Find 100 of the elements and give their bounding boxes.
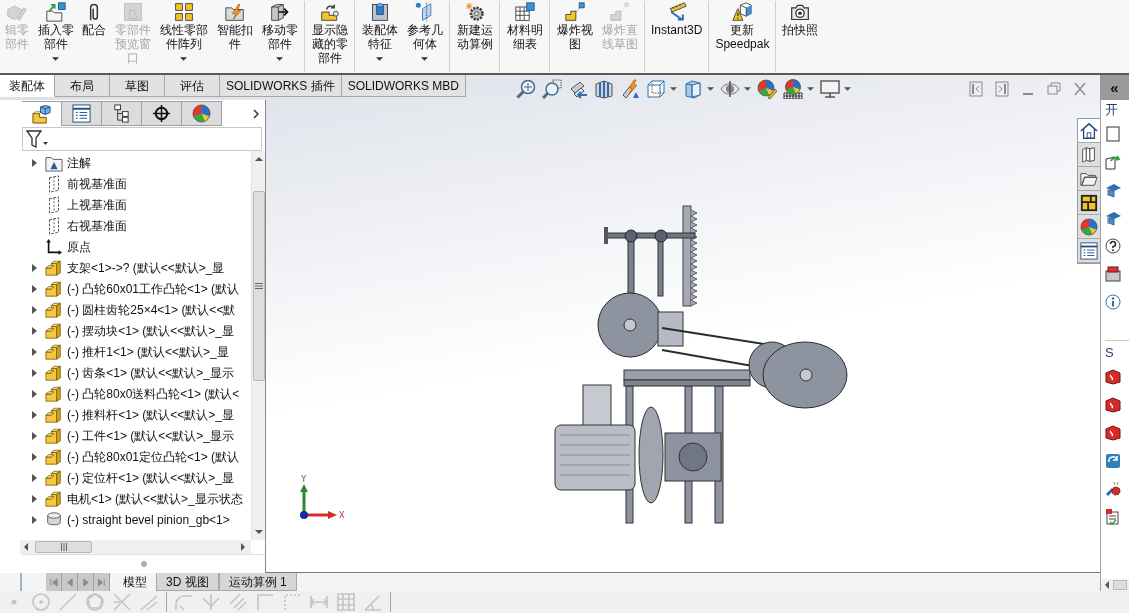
magnifier-icon[interactable] (516, 79, 537, 99)
sync-icon[interactable] (1105, 453, 1121, 469)
expand-arrow-icon[interactable] (31, 410, 37, 419)
caret-icon[interactable] (844, 87, 852, 91)
task-pane-tab[interactable] (1078, 167, 1100, 191)
scrollbar-thumb[interactable] (252, 191, 265, 381)
checklist-icon[interactable] (1105, 509, 1121, 525)
toolbar-button[interactable]: 参考几何体 (402, 0, 447, 73)
tree-item-label[interactable]: (-) 推杆1<1> (默认<<默认>_显 (67, 343, 229, 360)
tree-item-label[interactable]: (-) 工件<1> (默认<<默认>_显示 (67, 427, 235, 444)
split-right-icon[interactable] (995, 81, 1009, 97)
expand-arrow-icon[interactable] (31, 347, 37, 356)
toolbox-icon[interactable] (1105, 266, 1121, 282)
ribbon-tab[interactable]: 评估 (165, 75, 220, 97)
mortarboard-icon[interactable] (1105, 210, 1121, 226)
caret-icon[interactable] (807, 87, 815, 91)
tree-item-label[interactable]: (-) 圆柱齿轮25×4<1> (默认<<默 (67, 301, 236, 318)
info-icon[interactable] (1105, 294, 1121, 310)
section-cube-icon[interactable] (594, 79, 615, 99)
toolbar-button[interactable]: 智能扣件 (212, 0, 257, 73)
tree-item-label[interactable]: 上视基准面 (67, 196, 127, 213)
tree-item-label[interactable]: (-) 凸轮80x01定位凸轮<1> (默认 (67, 448, 240, 465)
blocks-arrow-icon[interactable] (568, 79, 589, 99)
horizontal-scrollbar[interactable] (20, 540, 251, 554)
horizontal-scrollbar[interactable] (1100, 579, 1129, 591)
panel-tab[interactable] (142, 101, 182, 126)
scroll-left-icon[interactable] (1105, 581, 1109, 589)
splitter-handle-icon[interactable] (140, 561, 147, 567)
tree-item-label[interactable]: (-) 凸轮80x0送料凸轮<1> (默认< (67, 385, 240, 402)
toolbar-button[interactable]: 爆炸视图 (552, 0, 597, 73)
caret-icon[interactable] (707, 87, 715, 91)
expand-arrow-icon[interactable] (31, 431, 37, 440)
ribbon-tab[interactable]: 布局 (55, 75, 110, 97)
vertical-scrollbar[interactable] (251, 151, 265, 540)
toolbar-button[interactable]: 线性零部件阵列 (155, 0, 212, 73)
ribbon-tab[interactable]: SOLIDWORKS MBD (341, 75, 467, 97)
task-pane-tab[interactable] (1078, 191, 1100, 215)
tree-item-label[interactable]: (-) 齿条<1> (默认<<默认>_显示 (67, 364, 235, 381)
caret-icon[interactable] (670, 87, 678, 91)
expand-arrow-icon[interactable] (31, 368, 37, 377)
model-tab[interactable]: 3D 视图 (156, 573, 219, 591)
tree-item-label[interactable]: (-) straight bevel pinion_gb<1> (67, 511, 230, 528)
tree-item-label[interactable]: (-) 定位杆<1> (默认<<默认>_显 (67, 469, 235, 486)
task-pane-tab[interactable] (1078, 143, 1100, 167)
bolt-icon[interactable] (620, 79, 641, 99)
ribbon-tab[interactable]: 草图 (110, 75, 165, 97)
expand-arrow-icon[interactable] (31, 158, 37, 167)
toolbar-button[interactable]: 新建运动算例 (452, 0, 497, 73)
expand-arrow-icon[interactable] (31, 305, 37, 314)
split-left-icon[interactable] (969, 81, 983, 97)
help-icon[interactable] (1105, 238, 1121, 254)
expand-arrow-icon[interactable] (31, 494, 37, 503)
tree-item-label[interactable]: (-) 摆动块<1> (默认<<默认>_显 (67, 322, 235, 339)
hexagon-icon[interactable] (1105, 397, 1121, 413)
toolbar-button[interactable]: Instant3D (647, 0, 707, 73)
task-pane-tab[interactable] (1078, 119, 1100, 143)
expand-arrow-icon[interactable] (31, 263, 37, 272)
sphere-pencil-icon[interactable] (757, 79, 778, 99)
hexagon-icon[interactable] (1105, 425, 1121, 441)
ribbon-tab[interactable]: 装配体 (0, 75, 55, 97)
document-icon[interactable] (1105, 126, 1121, 142)
document-arrow-icon[interactable] (1105, 154, 1121, 170)
expand-arrow-icon[interactable] (31, 326, 37, 335)
scroll-down-icon[interactable] (254, 530, 263, 534)
tree-item-label[interactable]: 电机<1> (默认<<默认>_显示状态 (67, 490, 243, 507)
tree-item-label[interactable]: 注解 (67, 154, 91, 171)
model-tab[interactable]: 运动算例 1 (218, 573, 297, 591)
magnifier-square-icon[interactable] (542, 79, 563, 99)
toolbar-button[interactable]: 材料明细表 (502, 0, 547, 73)
monitor-icon[interactable] (820, 79, 841, 99)
scroll-up-icon[interactable] (254, 157, 263, 161)
gear-wrench-icon[interactable] (1105, 481, 1121, 497)
expand-arrow-icon[interactable] (31, 389, 37, 398)
panel-tab[interactable] (62, 101, 102, 126)
tree-item-label[interactable]: (-) 凸轮60x01工作凸轮<1> (默认 (67, 280, 240, 297)
eye-icon[interactable] (720, 79, 741, 99)
shaded-cube-icon[interactable] (683, 79, 704, 99)
scroll-left-icon[interactable] (24, 543, 28, 551)
caret-icon[interactable] (744, 87, 752, 91)
tree-item-label[interactable]: 前视基准面 (67, 175, 127, 192)
toolbar-button[interactable]: 显示隐藏的零部件 (307, 0, 352, 73)
mortarboard-icon[interactable] (1105, 182, 1121, 198)
ribbon-tab[interactable]: SOLIDWORKS 插件 (220, 75, 342, 97)
hexagon-icon[interactable] (1105, 369, 1121, 385)
tree-item-label[interactable]: (-) 推料杆<1> (默认<<默认>_显 (67, 406, 235, 423)
expand-arrow-icon[interactable] (31, 515, 37, 524)
filter-field[interactable] (22, 127, 262, 151)
panel-tab[interactable] (102, 101, 142, 126)
collapse-button[interactable]: « (1100, 75, 1129, 100)
scrollbar-thumb[interactable] (35, 541, 92, 553)
tree-item-label[interactable]: 右视基准面 (67, 217, 127, 234)
tree-item-label[interactable]: 支架<1>->? (默认<<默认>_显 (67, 259, 225, 276)
tree-item-label[interactable]: 原点 (67, 238, 91, 255)
toolbar-button[interactable]: 配合 (78, 0, 110, 73)
sphere-floor-icon[interactable] (783, 79, 804, 99)
scroll-right-icon[interactable] (241, 543, 245, 551)
expand-arrow-icon[interactable] (31, 473, 37, 482)
toolbar-button[interactable]: 更新 Speedpak (711, 0, 774, 73)
task-pane-tab[interactable] (1078, 239, 1100, 263)
cube-icon[interactable] (646, 79, 667, 99)
